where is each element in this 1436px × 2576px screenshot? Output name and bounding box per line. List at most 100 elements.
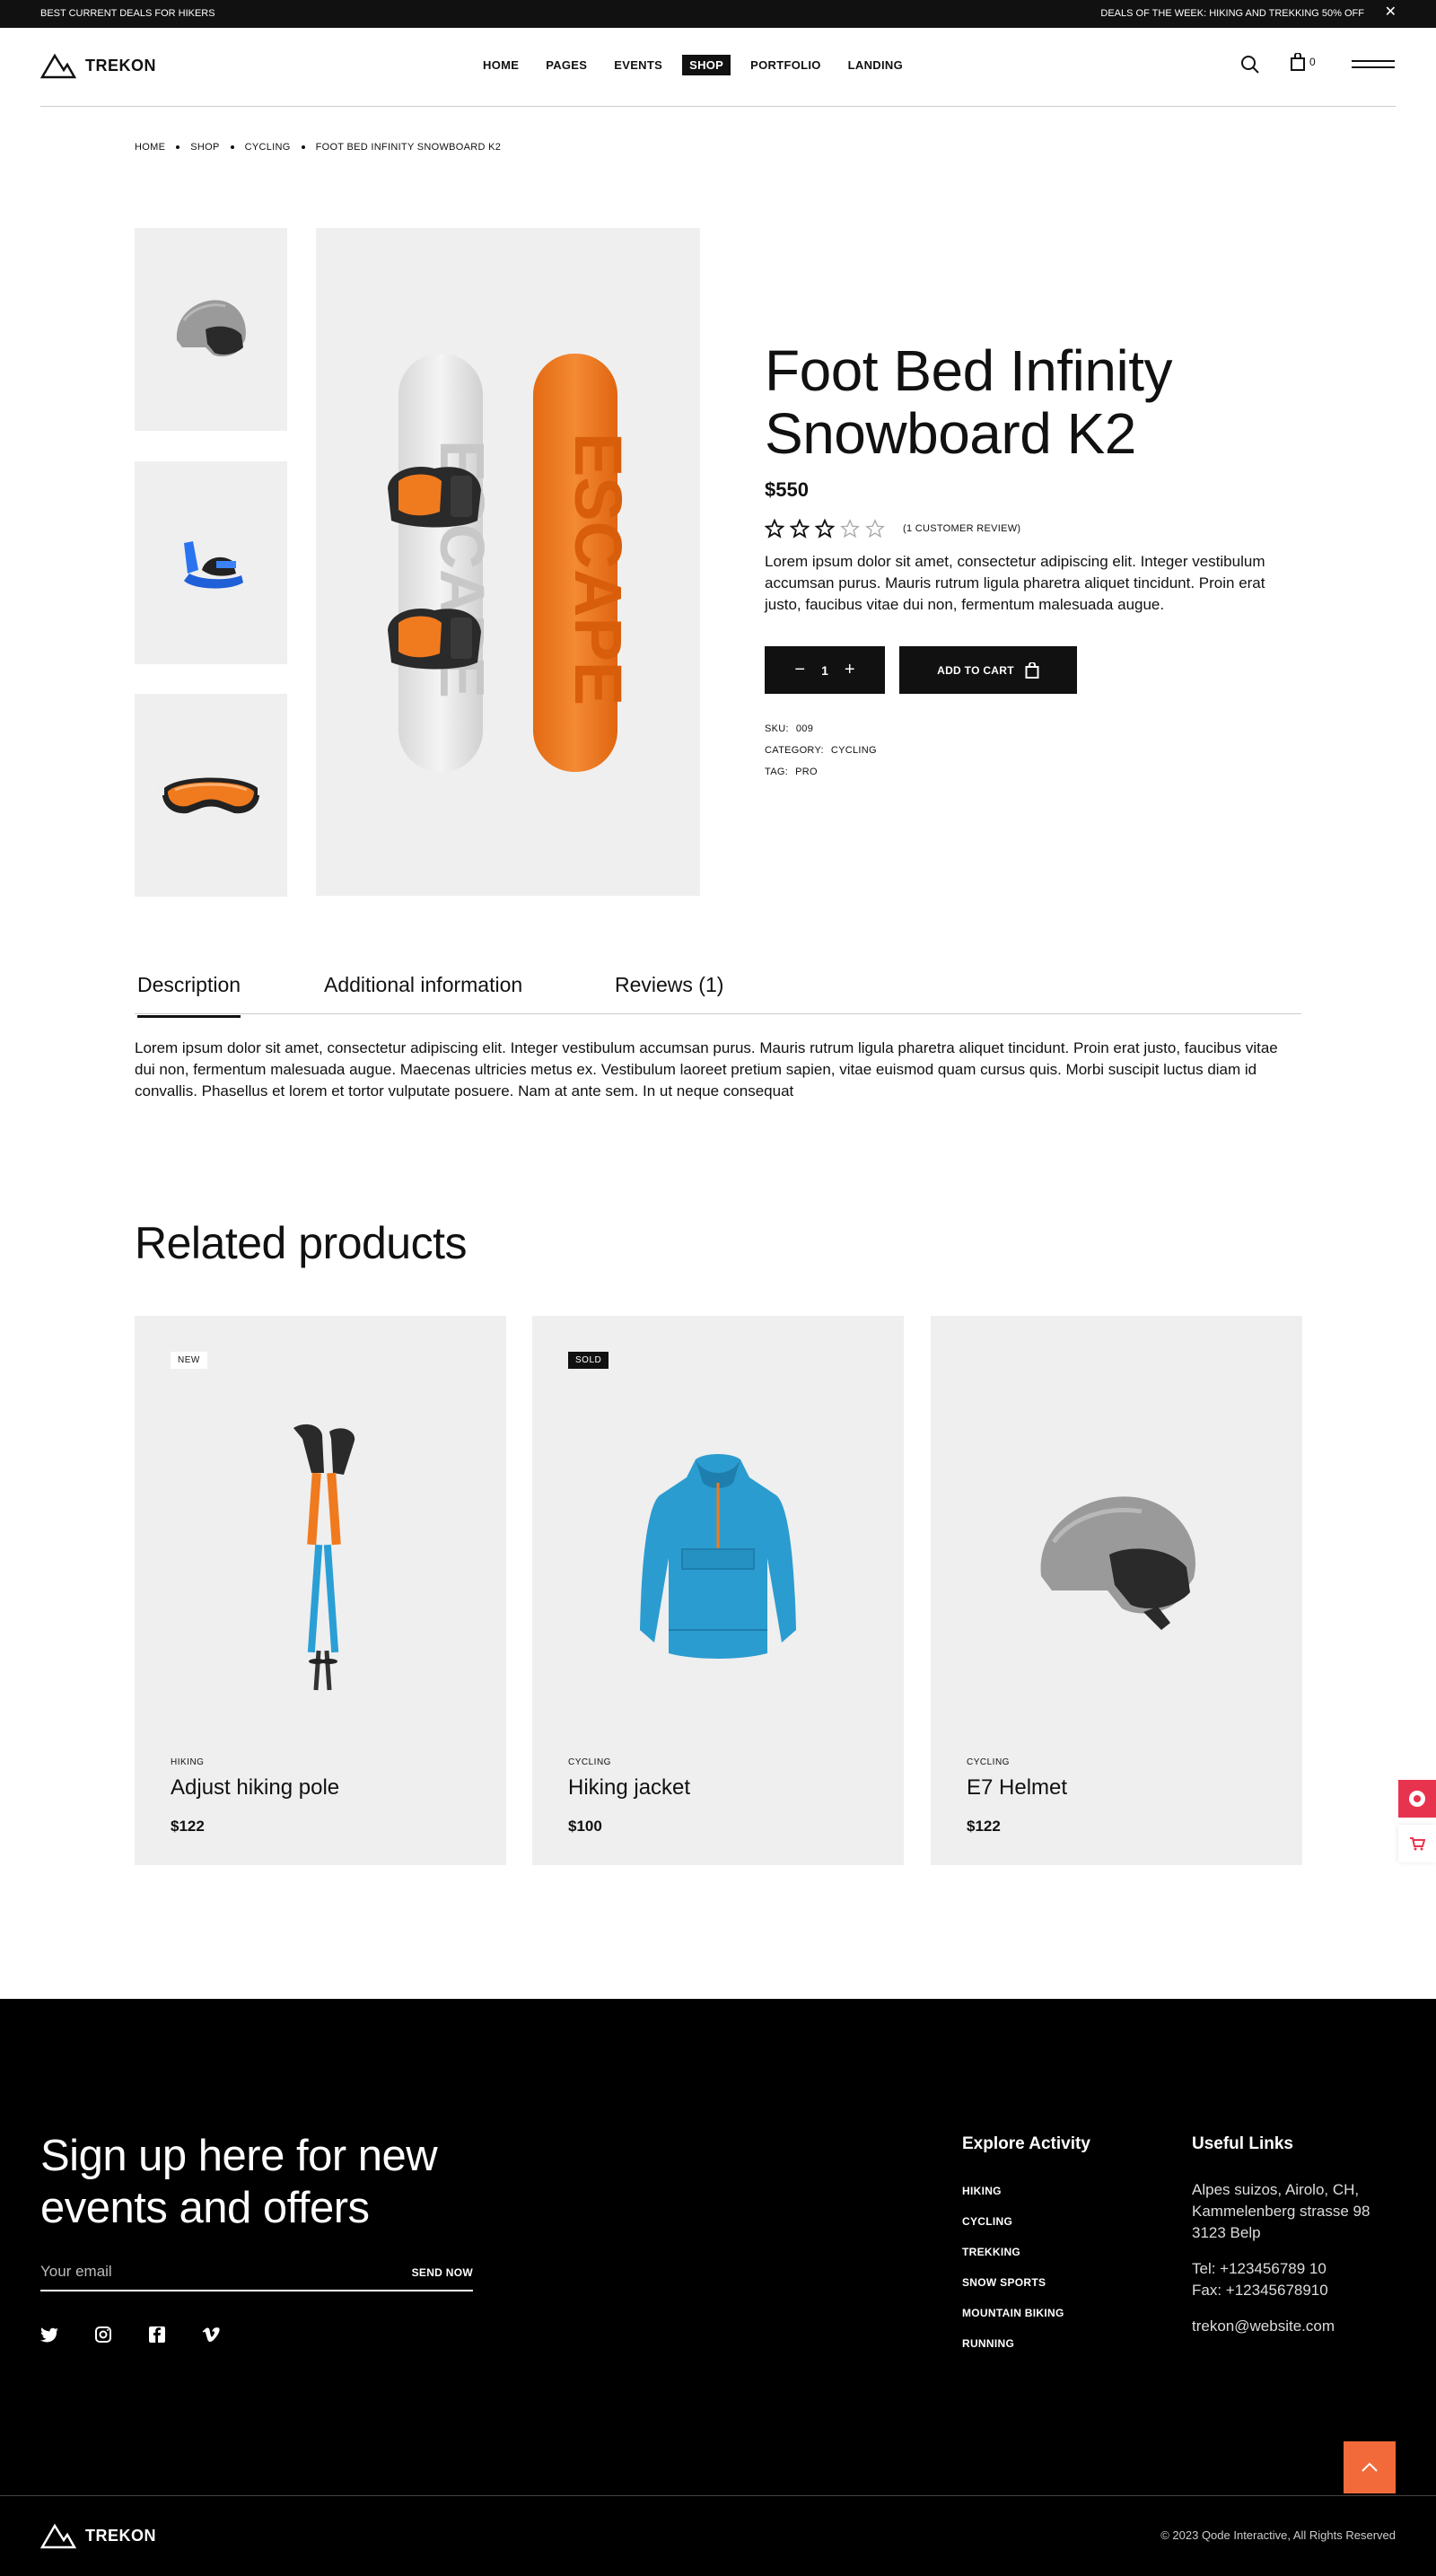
footer-link-hiking[interactable]: HIKING bbox=[962, 2185, 1064, 2197]
binding-top bbox=[388, 467, 481, 528]
explore-activity-title: Explore Activity bbox=[962, 2134, 1090, 2153]
footer-link-running[interactable]: RUNNING bbox=[962, 2337, 1064, 2350]
nav-pages[interactable]: PAGES bbox=[538, 55, 594, 75]
product-card-name[interactable]: E7 Helmet bbox=[967, 1775, 1067, 1801]
review-count[interactable]: (1 CUSTOMER REVIEW) bbox=[903, 523, 1020, 534]
nav-home[interactable]: HOME bbox=[476, 55, 526, 75]
thumb-goggles[interactable] bbox=[135, 694, 287, 897]
product-tag: TAG: PRO bbox=[765, 767, 818, 777]
qty-minus-button[interactable]: − bbox=[794, 660, 805, 680]
side-widget-demo[interactable] bbox=[1398, 1780, 1436, 1818]
qty-value[interactable]: 1 bbox=[821, 663, 828, 678]
back-to-top-button[interactable] bbox=[1344, 2441, 1396, 2493]
product-card-category[interactable]: CYCLING bbox=[568, 1757, 611, 1767]
product-category: CATEGORY: CYCLING bbox=[765, 745, 877, 756]
twitter-icon[interactable] bbox=[40, 2326, 58, 2344]
product-sku: SKU: 009 bbox=[765, 723, 813, 734]
goggles-image bbox=[157, 777, 265, 814]
top-bar: BEST CURRENT DEALS FOR HIKERS DEALS OF T… bbox=[0, 0, 1436, 28]
breadcrumb-home[interactable]: HOME bbox=[135, 142, 165, 153]
tab-additional-information[interactable]: Additional information bbox=[324, 973, 522, 1015]
product-card-price: $122 bbox=[171, 1818, 205, 1835]
footer-email[interactable]: trekon@website.com bbox=[1192, 2316, 1398, 2337]
shopping-bag-icon bbox=[1025, 662, 1039, 679]
helmet-image bbox=[176, 300, 246, 357]
footer-tel[interactable]: Tel: +123456789 10 bbox=[1192, 2258, 1398, 2280]
newsletter-form: SEND NOW bbox=[40, 2263, 473, 2291]
product-card-image[interactable] bbox=[171, 1388, 470, 1729]
thumb-helmet[interactable] bbox=[135, 228, 287, 431]
header: TREKON HOME PAGES EVENTS SHOP PORTFOLIO … bbox=[0, 28, 1436, 107]
mountain-logo-icon bbox=[40, 53, 76, 79]
close-icon[interactable]: ✕ bbox=[1385, 5, 1397, 20]
vimeo-icon[interactable] bbox=[202, 2326, 220, 2344]
cart-icon bbox=[1410, 1837, 1425, 1851]
jacket-image bbox=[640, 1454, 796, 1659]
product-card[interactable]: SOLD CYCLING Hiking jacket $100 bbox=[532, 1316, 904, 1865]
logo[interactable]: TREKON bbox=[40, 52, 156, 79]
promo-text-right[interactable]: DEALS OF THE WEEK: HIKING AND TREKKING 5… bbox=[1100, 8, 1364, 19]
search-icon[interactable] bbox=[1240, 55, 1260, 74]
star-filled-icon[interactable] bbox=[815, 519, 835, 539]
product-card-image[interactable] bbox=[568, 1388, 868, 1729]
instagram-icon[interactable] bbox=[94, 2326, 112, 2344]
thumb-binding[interactable] bbox=[135, 461, 287, 664]
header-cart[interactable]: 0 bbox=[1290, 53, 1316, 71]
email-input[interactable] bbox=[40, 2263, 381, 2281]
badge-sold: SOLD bbox=[568, 1352, 609, 1369]
product-card-category[interactable]: CYCLING bbox=[967, 1757, 1010, 1767]
star-filled-icon[interactable] bbox=[765, 519, 784, 539]
footer-link-cycling[interactable]: CYCLING bbox=[962, 2215, 1064, 2228]
product-card-name[interactable]: Adjust hiking pole bbox=[171, 1775, 339, 1801]
side-widget-cart[interactable] bbox=[1398, 1825, 1436, 1862]
footer-logo[interactable]: TREKON bbox=[40, 2522, 156, 2549]
add-to-cart-button[interactable]: ADD TO CART bbox=[899, 646, 1077, 694]
breadcrumb-cycling[interactable]: CYCLING bbox=[245, 142, 291, 153]
product-card-name[interactable]: Hiking jacket bbox=[568, 1775, 690, 1801]
binding-bottom bbox=[388, 609, 481, 670]
hamburger-menu-icon[interactable] bbox=[1352, 60, 1395, 71]
binding-image bbox=[184, 541, 243, 589]
product-card[interactable]: NEW HIKING Adjust hiking pole $122 bbox=[135, 1316, 506, 1865]
nav-shop[interactable]: SHOP bbox=[682, 55, 731, 75]
explore-activity-list: HIKING CYCLING TREKKING SNOW SPORTS MOUN… bbox=[962, 2185, 1064, 2368]
nav-portfolio[interactable]: PORTFOLIO bbox=[743, 55, 828, 75]
main-product-image[interactable]: ESCAPE ESCAPE bbox=[316, 228, 700, 896]
qty-plus-button[interactable]: + bbox=[845, 660, 855, 680]
product-title: Foot Bed Infinity Snowboard K2 bbox=[765, 338, 1172, 466]
useful-links: Alpes suizos, Airolo, CH, Kammelenberg s… bbox=[1192, 2179, 1398, 2352]
product-card-price: $122 bbox=[967, 1818, 1001, 1835]
product-card[interactable]: CYCLING E7 Helmet $122 bbox=[931, 1316, 1302, 1865]
footer-address: Alpes suizos, Airolo, CH, Kammelenberg s… bbox=[1192, 2181, 1370, 2241]
lifebuoy-icon bbox=[1409, 1791, 1425, 1807]
main-nav: HOME PAGES EVENTS SHOP PORTFOLIO LANDING bbox=[476, 55, 923, 75]
facebook-icon[interactable] bbox=[148, 2326, 166, 2344]
header-divider bbox=[40, 106, 1396, 107]
related-products-title: Related products bbox=[135, 1218, 468, 1268]
star-empty-icon[interactable] bbox=[865, 519, 885, 539]
nav-landing[interactable]: LANDING bbox=[841, 55, 910, 75]
product-card-price: $100 bbox=[568, 1818, 602, 1835]
send-now-button[interactable]: SEND NOW bbox=[412, 2266, 473, 2279]
breadcrumb-shop[interactable]: SHOP bbox=[190, 142, 219, 153]
footer-link-snow-sports[interactable]: SNOW SPORTS bbox=[962, 2276, 1064, 2289]
star-filled-icon[interactable] bbox=[790, 519, 810, 539]
tab-reviews[interactable]: Reviews (1) bbox=[615, 973, 723, 1015]
tag-link[interactable]: PRO bbox=[795, 767, 818, 777]
tab-description[interactable]: Description bbox=[137, 973, 241, 1018]
footer-link-mountain-biking[interactable]: MOUNTAIN BIKING bbox=[962, 2307, 1064, 2319]
product-card-category[interactable]: HIKING bbox=[171, 1757, 204, 1767]
footer: Sign up here for new events and offers S… bbox=[0, 1999, 1436, 2576]
category-link[interactable]: CYCLING bbox=[831, 745, 877, 756]
breadcrumb: HOME SHOP CYCLING FOOT BED INFINITY SNOW… bbox=[135, 142, 501, 153]
rating[interactable]: (1 CUSTOMER REVIEW) bbox=[765, 519, 1020, 539]
helmet-image bbox=[1040, 1496, 1196, 1630]
hiking-pole-image bbox=[293, 1424, 355, 1691]
nav-events[interactable]: EVENTS bbox=[607, 55, 670, 75]
logo-text: TREKON bbox=[85, 56, 156, 74]
product-card-image[interactable] bbox=[967, 1388, 1266, 1729]
tab-description-content: Lorem ipsum dolor sit amet, consectetur … bbox=[135, 1039, 1278, 1100]
star-empty-icon[interactable] bbox=[840, 519, 860, 539]
footer-link-trekking[interactable]: TREKKING bbox=[962, 2246, 1064, 2258]
copyright: © 2023 Qode Interactive, All Rights Rese… bbox=[1160, 2528, 1396, 2542]
